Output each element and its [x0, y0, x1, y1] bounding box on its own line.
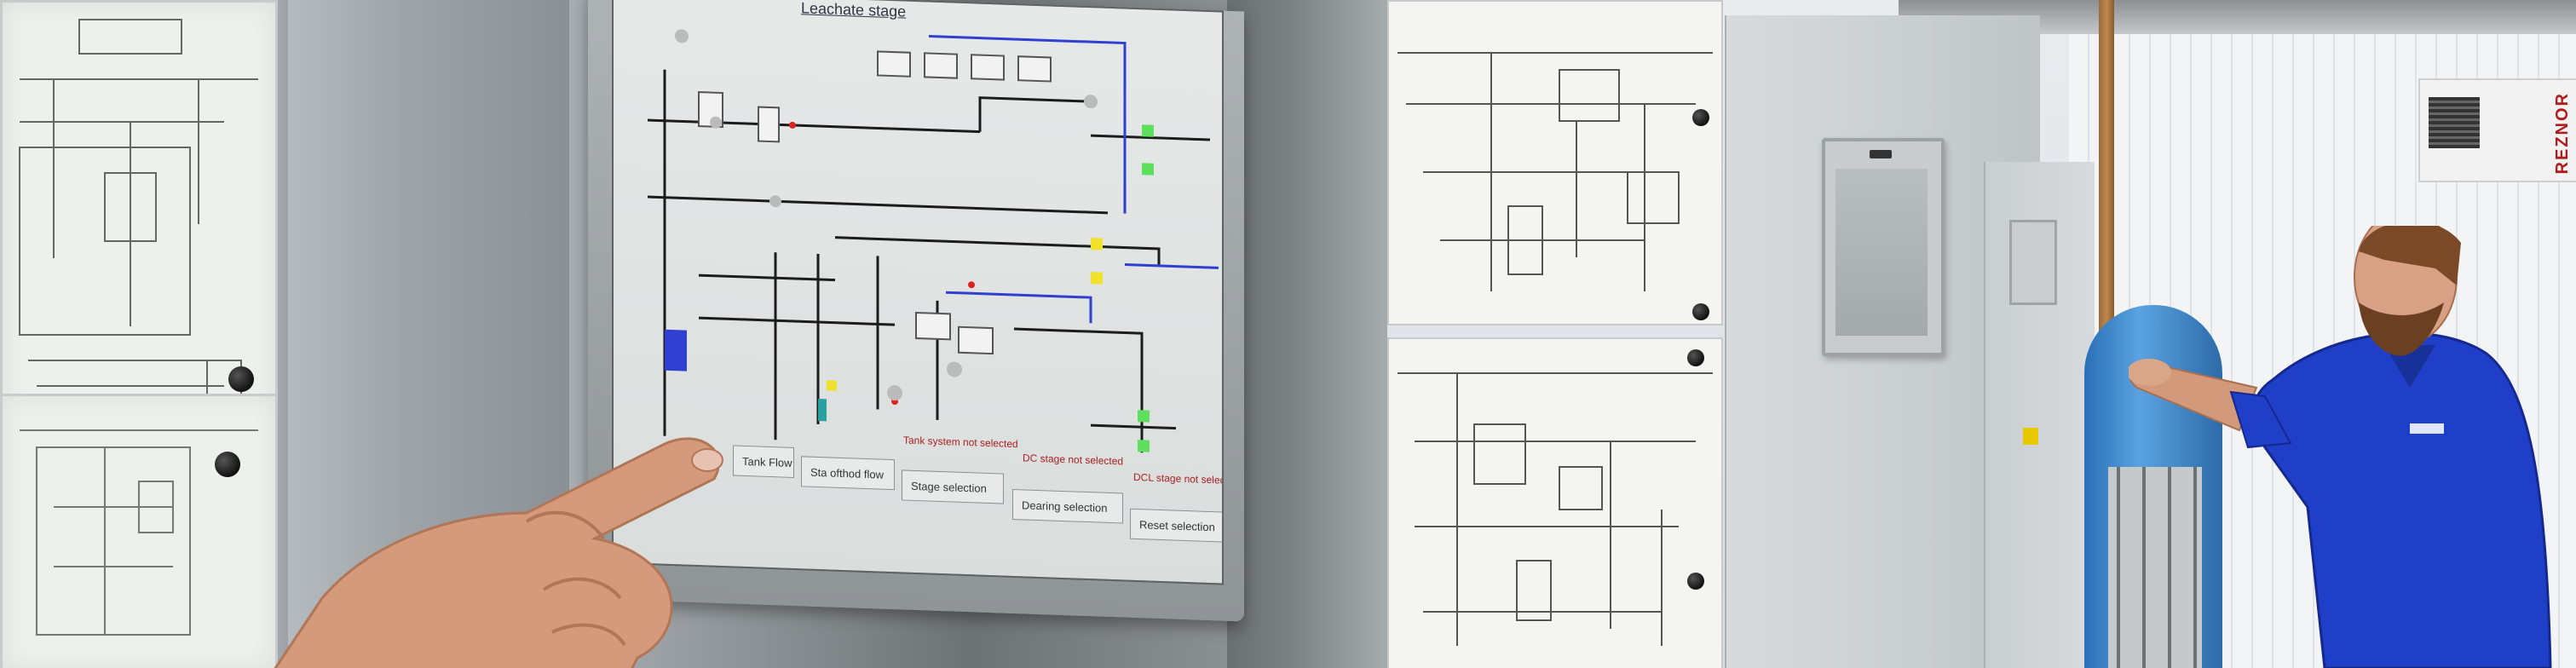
schematic-sheet-upper [1387, 0, 1723, 325]
schematic-sheet-lower [1387, 337, 1723, 668]
cabinet-knob [1687, 349, 1704, 366]
schematic-drawing [20, 429, 258, 636]
screen-button-row: Tank Flow Sta ofthod flow Stage selectio… [733, 434, 1224, 565]
reset-selection-button[interactable]: Reset selection [1130, 508, 1224, 544]
schematic-drawing [1397, 52, 1713, 291]
schematic-sheet-bottom [0, 394, 278, 668]
stage-selection-button[interactable]: Stage selection [902, 469, 1004, 504]
status-message: DC stage not selected [1023, 452, 1124, 468]
support-column [2099, 0, 2114, 358]
enclosure-side [1227, 0, 1387, 668]
operator [2129, 226, 2552, 668]
operator-photo: REZNOR [1387, 0, 2576, 668]
clearing-selection-button[interactable]: Dearing selection [1012, 488, 1123, 524]
status-message: DCL stage not selected [1133, 470, 1224, 487]
pointing-hand [274, 437, 723, 668]
stage-flow-button[interactable]: Sta ofthod flow [801, 456, 895, 491]
shirt-logo [2410, 423, 2444, 434]
heater-brand-label: REZNOR [2553, 92, 2572, 175]
unit-heater: REZNOR [2418, 78, 2576, 182]
hand [2129, 359, 2171, 386]
cabinet-knob [1687, 573, 1704, 590]
schematic-drawing [1397, 372, 1713, 646]
cabinet-knob [1692, 303, 1709, 320]
yellow-label [2023, 428, 2038, 445]
cabinet-knob [1692, 109, 1709, 126]
heater-grille [2429, 97, 2480, 148]
closeup-photo: Leachate stage Tank Flow Sta ofthod flow… [0, 0, 1387, 668]
hmi-panel [1822, 138, 1945, 356]
schematic-drawing [19, 19, 258, 395]
hmi-brand-logo [1870, 150, 1892, 158]
cabinet-knob [228, 366, 254, 392]
indicator-panel [2009, 220, 2057, 305]
cabinet-knob [215, 452, 240, 477]
hmi-screen[interactable] [1835, 169, 1928, 336]
